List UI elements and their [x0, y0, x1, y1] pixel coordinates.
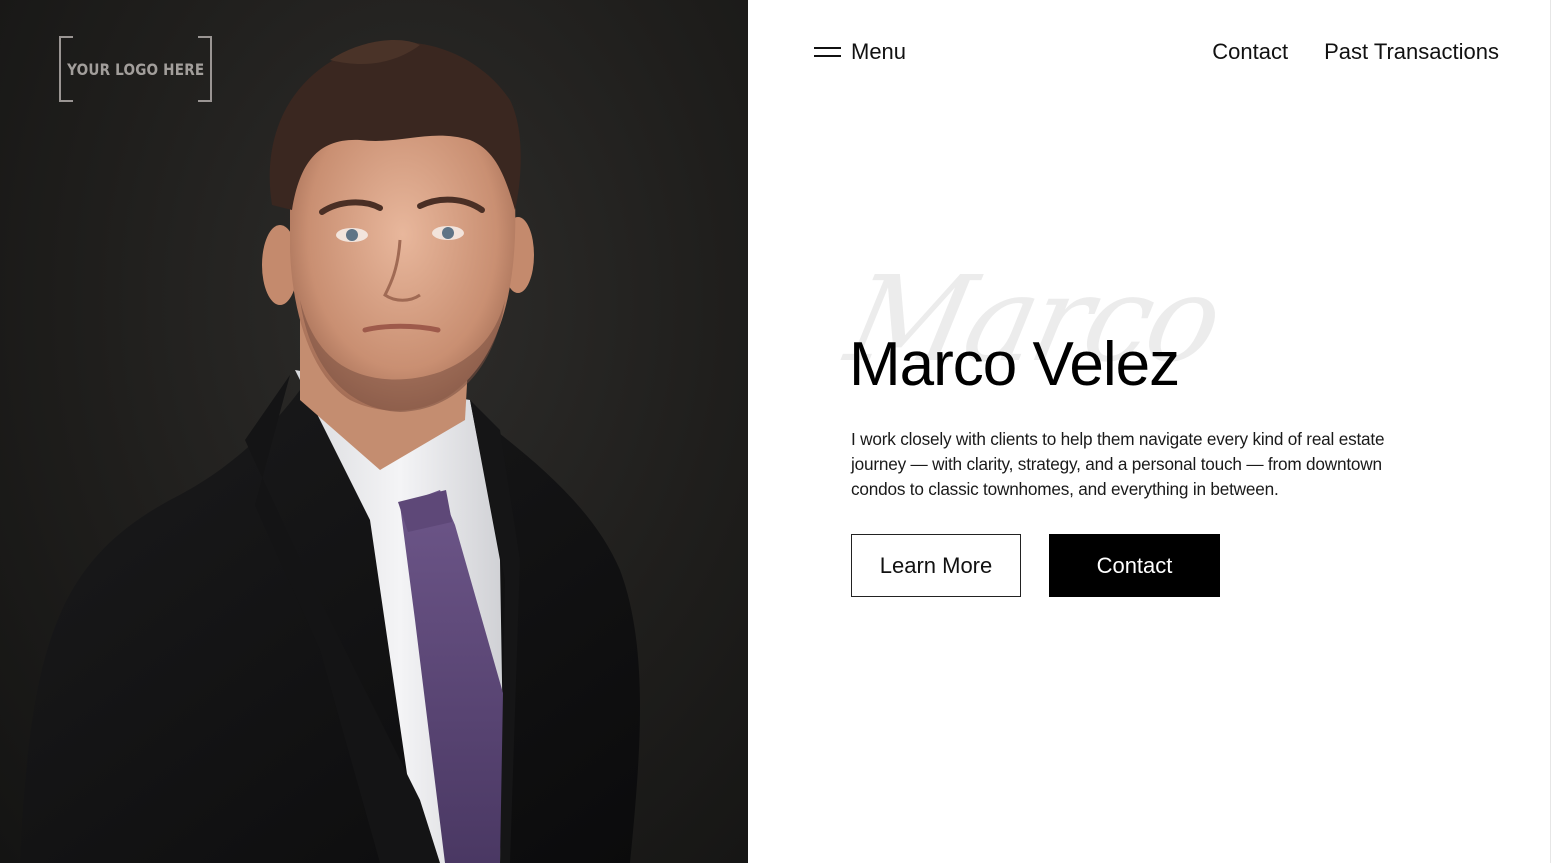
- nav-link-contact[interactable]: Contact: [1212, 39, 1288, 65]
- page: YOUR LOGO HERE Menu Contact Past Transac…: [0, 0, 1551, 863]
- nav-link-past-transactions[interactable]: Past Transactions: [1324, 39, 1499, 65]
- agent-name: Marco Velez: [849, 330, 1180, 399]
- agent-portrait: [20, 40, 640, 863]
- hero-actions: Learn More Contact: [851, 534, 1220, 597]
- agent-bio: I work closely with clients to help them…: [851, 429, 1385, 499]
- logo-text: YOUR LOGO HERE: [66, 59, 205, 79]
- top-nav: Contact Past Transactions: [1212, 36, 1499, 68]
- hamburger-icon: [814, 46, 841, 58]
- learn-more-button[interactable]: Learn More: [851, 534, 1021, 597]
- menu-button[interactable]: Menu: [814, 36, 906, 68]
- brand-logo[interactable]: YOUR LOGO HERE: [59, 36, 212, 102]
- hero-photo-panel: YOUR LOGO HERE: [0, 0, 748, 863]
- content-panel: Menu Contact Past Transactions Marco Mar…: [748, 0, 1551, 863]
- contact-button[interactable]: Contact: [1049, 534, 1220, 597]
- menu-label: Menu: [851, 39, 907, 64]
